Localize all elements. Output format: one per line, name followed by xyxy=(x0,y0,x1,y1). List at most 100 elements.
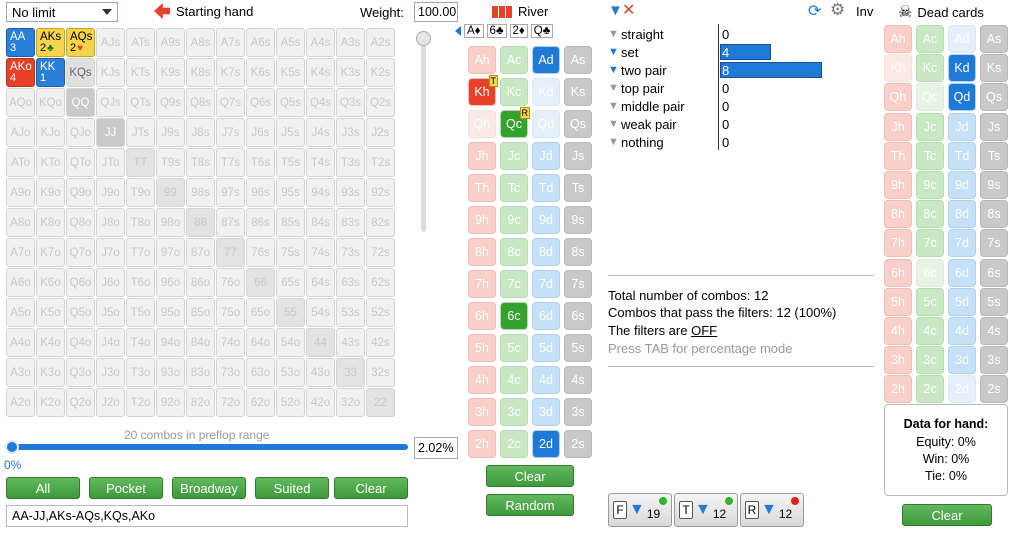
hand-cell-J7s[interactable]: J7s xyxy=(216,118,245,147)
dead-card-Ad[interactable]: Ad xyxy=(948,25,976,53)
hand-cell-QJs[interactable]: QJs xyxy=(96,88,125,117)
dead-card-Tc[interactable]: Tc xyxy=(916,141,944,170)
board-card-6s[interactable]: 6s xyxy=(564,302,592,330)
triangle-left-icon[interactable] xyxy=(455,26,461,36)
dead-card-As[interactable]: As xyxy=(980,25,1008,53)
hand-cell-KJs[interactable]: KJs xyxy=(96,58,125,87)
hand-cell-93s[interactable]: 93s xyxy=(336,178,365,207)
hand-cell-65o[interactable]: 65o xyxy=(246,298,275,327)
hand-cell-63s[interactable]: 63s xyxy=(336,268,365,297)
filter-row-straight[interactable]: ▼ straight xyxy=(608,25,664,43)
hand-cell-75s[interactable]: 75s xyxy=(276,238,305,267)
dead-card-9d[interactable]: 9d xyxy=(948,171,976,199)
hand-cell-Q6o[interactable]: Q6o xyxy=(66,268,95,297)
hand-cell-KJo[interactable]: KJo xyxy=(36,118,65,147)
dead-card-Qh[interactable]: Qh xyxy=(884,83,912,112)
clear-range-button[interactable]: Clear xyxy=(334,477,408,499)
clear-board-button[interactable]: Clear xyxy=(486,465,574,487)
board-card-Jd[interactable]: Jd xyxy=(532,142,560,170)
board-card-Ks[interactable]: Ks xyxy=(564,78,592,106)
hand-cell-93o[interactable]: 93o xyxy=(156,358,185,387)
filter-icon[interactable]: ▼ xyxy=(608,28,619,40)
weight-slider-handle[interactable] xyxy=(416,31,431,46)
hand-cell-73s[interactable]: 73s xyxy=(336,238,365,267)
street-tab-T[interactable]: T ▼ 12 xyxy=(674,493,738,527)
gear-icon[interactable]: ⚙ xyxy=(830,0,845,20)
hand-cell-K2o[interactable]: K2o xyxy=(36,388,65,417)
board-card-8s[interactable]: 8s xyxy=(564,238,592,266)
hand-cell-ATo[interactable]: ATo xyxy=(6,148,35,177)
broadway-button[interactable]: Broadway xyxy=(172,477,246,499)
hand-cell-Q5s[interactable]: Q5s xyxy=(276,88,305,117)
hand-cell-K3s[interactable]: K3s xyxy=(336,58,365,87)
hand-cell-T6o[interactable]: T6o xyxy=(126,268,155,297)
hand-cell-Q4o[interactable]: Q4o xyxy=(66,328,95,357)
filter-row-weak-pair[interactable]: ▼ weak pair xyxy=(608,115,677,133)
board-card-5h[interactable]: 5h xyxy=(468,334,496,362)
close-icon[interactable]: ✕ xyxy=(622,0,635,20)
hand-cell-AA[interactable]: AA 3 xyxy=(6,28,35,57)
hand-cell-72s[interactable]: 72s xyxy=(366,238,395,267)
street-tab-R[interactable]: R ▼ 12 xyxy=(740,493,804,527)
random-board-button[interactable]: Random xyxy=(486,494,574,516)
hand-cell-J7o[interactable]: J7o xyxy=(96,238,125,267)
hand-cell-T5o[interactable]: T5o xyxy=(126,298,155,327)
hand-cell-T4o[interactable]: T4o xyxy=(126,328,155,357)
board-card-Qs[interactable]: Qs xyxy=(564,110,592,138)
hand-cell-99[interactable]: 99 xyxy=(156,178,185,207)
hand-cell-T7s[interactable]: T7s xyxy=(216,148,245,177)
hand-cell-74s[interactable]: 74s xyxy=(306,238,335,267)
dead-card-9c[interactable]: 9c xyxy=(916,171,944,199)
dead-card-4c[interactable]: 4c xyxy=(916,317,944,345)
hand-cell-87s[interactable]: 87s xyxy=(216,208,245,237)
board-card-Js[interactable]: Js xyxy=(564,142,592,170)
hand-cell-A7s[interactable]: A7s xyxy=(216,28,245,57)
hand-cell-Q8s[interactable]: Q8s xyxy=(186,88,215,117)
dead-card-Qd[interactable]: Qd xyxy=(948,83,976,112)
hand-cell-J8s[interactable]: J8s xyxy=(186,118,215,147)
dead-card-2s[interactable]: 2s xyxy=(980,375,1008,404)
hand-cell-K5o[interactable]: K5o xyxy=(36,298,65,327)
hand-cell-Q6s[interactable]: Q6s xyxy=(246,88,275,117)
board-card-Ad[interactable]: Ad xyxy=(532,46,560,74)
hand-cell-96s[interactable]: 96s xyxy=(246,178,275,207)
dead-card-3s[interactable]: 3s xyxy=(980,346,1008,375)
hand-cell-K9o[interactable]: K9o xyxy=(36,178,65,207)
hand-cell-54s[interactable]: 54s xyxy=(306,298,335,327)
hand-cell-82s[interactable]: 82s xyxy=(366,208,395,237)
hand-cell-KTo[interactable]: KTo xyxy=(36,148,65,177)
dead-card-Qc[interactable]: Qc xyxy=(916,83,944,112)
hand-cell-83o[interactable]: 83o xyxy=(186,358,215,387)
hand-cell-32s[interactable]: 32s xyxy=(366,358,395,387)
board-card-As[interactable]: As xyxy=(564,46,592,74)
hand-cell-K7o[interactable]: K7o xyxy=(36,238,65,267)
board-card-5s[interactable]: 5s xyxy=(564,334,592,362)
board-card-9d[interactable]: 9d xyxy=(532,206,560,234)
street-tab-F[interactable]: F ▼ 19 xyxy=(608,493,672,527)
board-card-4d[interactable]: 4d xyxy=(532,366,560,394)
board-card-Kh[interactable]: Kh T xyxy=(468,75,498,106)
filter-icon[interactable]: ▼ xyxy=(608,136,619,148)
hand-cell-96o[interactable]: 96o xyxy=(156,268,185,297)
hand-cell-Q4s[interactable]: Q4s xyxy=(306,88,335,117)
hand-cell-A4s[interactable]: A4s xyxy=(306,28,335,57)
hand-cell-Q8o[interactable]: Q8o xyxy=(66,208,95,237)
board-card-Th[interactable]: Th xyxy=(468,174,496,202)
dead-card-4h[interactable]: 4h xyxy=(884,317,912,345)
board-card-2s[interactable]: 2s xyxy=(564,430,592,458)
hand-cell-J8o[interactable]: J8o xyxy=(96,208,125,237)
hand-cell-87o[interactable]: 87o xyxy=(186,238,215,267)
board-card-6h[interactable]: 6h xyxy=(468,302,496,330)
hand-cell-86s[interactable]: 86s xyxy=(246,208,275,237)
hand-cell-A6s[interactable]: A6s xyxy=(246,28,275,57)
board-card-Jc[interactable]: Jc xyxy=(500,142,528,170)
dead-card-Ac[interactable]: Ac xyxy=(916,25,944,53)
board-card-2c[interactable]: 2c xyxy=(500,430,528,458)
hand-cell-66[interactable]: 66 xyxy=(246,268,275,297)
dead-card-4d[interactable]: 4d xyxy=(948,317,976,345)
hand-cell-97s[interactable]: 97s xyxy=(216,178,245,207)
hand-cell-T9o[interactable]: T9o xyxy=(126,178,155,207)
hand-cell-63o[interactable]: 63o xyxy=(246,358,275,387)
hand-cell-72o[interactable]: 72o xyxy=(216,388,245,417)
board-card-9h[interactable]: 9h xyxy=(468,206,496,234)
